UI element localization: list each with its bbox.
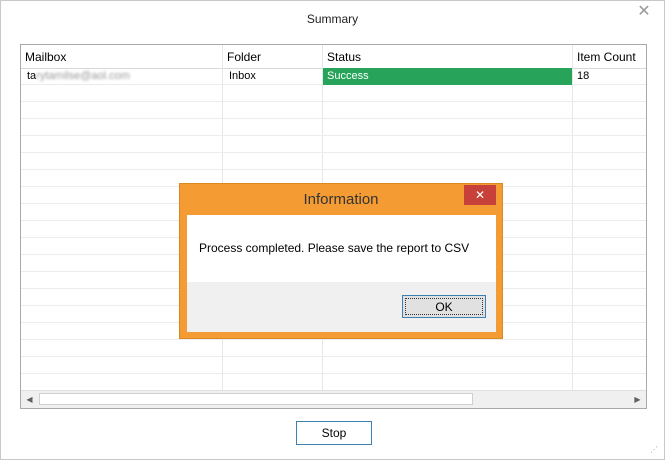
dialog-body: Process completed. Please save the repor… <box>187 215 496 332</box>
table-row <box>21 119 646 136</box>
item-count-cell: 18 <box>577 70 590 82</box>
scroll-left-icon[interactable]: ◀ <box>21 391 38 408</box>
table-row <box>21 357 646 374</box>
dialog-title: Information <box>303 191 379 208</box>
dialog-footer: OK <box>187 282 496 332</box>
mailbox-cell: tarytamilse@aol.com <box>21 68 223 85</box>
status-badge: Success <box>323 68 572 85</box>
table-row <box>21 136 646 153</box>
column-header-status[interactable]: Status <box>323 45 573 68</box>
window-title: Summary <box>306 12 359 26</box>
table-row <box>21 374 646 391</box>
table-row[interactable]: tarytamilse@aol.com Inbox Success 18 <box>21 68 646 85</box>
information-dialog: Information ✕ Process completed. Please … <box>179 183 503 339</box>
folder-cell: Inbox <box>229 70 256 82</box>
stop-button[interactable]: Stop <box>296 421 372 445</box>
table-row <box>21 340 646 357</box>
scroll-right-icon[interactable]: ▶ <box>629 391 646 408</box>
close-icon[interactable]: ✕ <box>636 4 652 20</box>
horizontal-scrollbar[interactable]: ◀ ▶ <box>21 390 646 408</box>
column-header-mailbox[interactable]: Mailbox <box>21 45 223 68</box>
scrollbar-thumb[interactable] <box>39 393 473 405</box>
column-header-item-count[interactable]: Item Count <box>573 45 646 68</box>
mailbox-redacted: rytamilse@aol.com <box>36 70 130 82</box>
ok-button[interactable]: OK <box>402 295 486 318</box>
column-header-folder[interactable]: Folder <box>223 45 323 68</box>
grid-header: Mailbox Folder Status Item Count <box>21 45 646 69</box>
table-row <box>21 85 646 102</box>
table-row <box>21 153 646 170</box>
mailbox-prefix: ta <box>27 70 37 82</box>
resize-grip-icon[interactable]: ⋰ <box>650 445 660 455</box>
close-icon[interactable]: ✕ <box>464 185 496 205</box>
dialog-message: Process completed. Please save the repor… <box>199 241 470 255</box>
table-row <box>21 102 646 119</box>
